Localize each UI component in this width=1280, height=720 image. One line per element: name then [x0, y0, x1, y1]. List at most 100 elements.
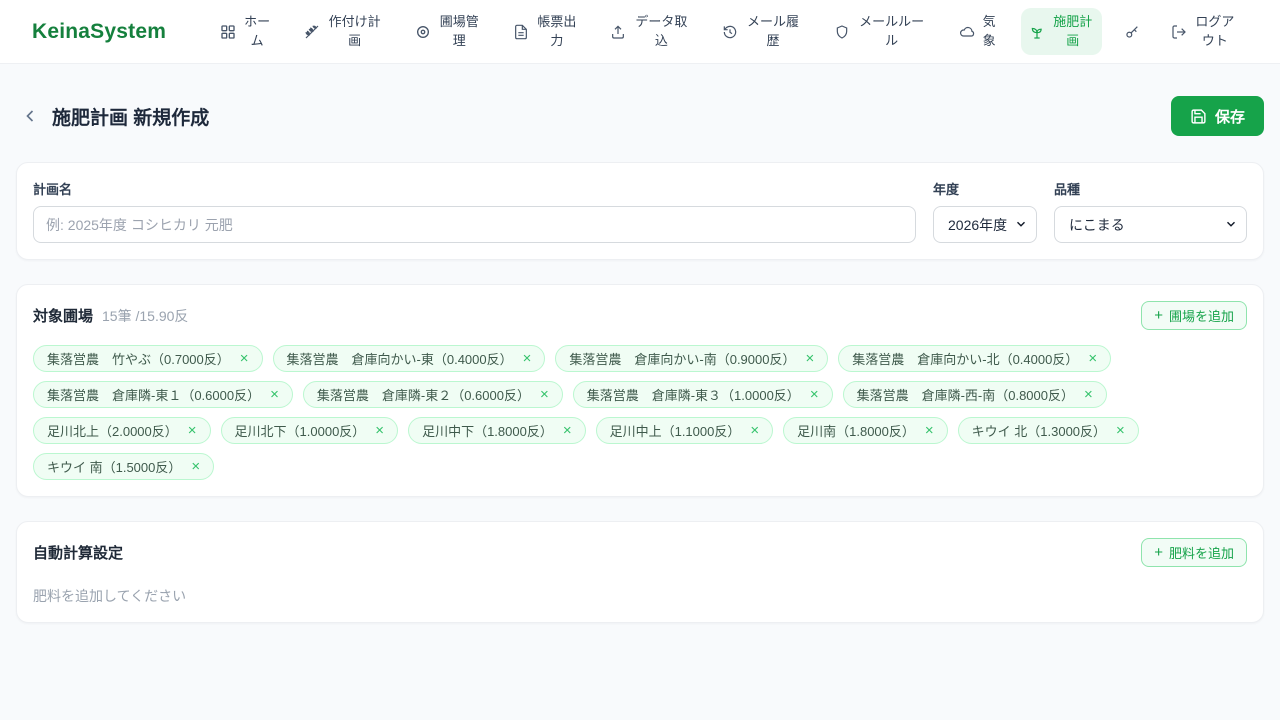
field-chip-label: キウイ 北（1.3000反） [971, 424, 1107, 439]
remove-field-icon[interactable]: × [540, 387, 549, 402]
nav-item-home[interactable]: ホーム [212, 8, 279, 56]
field-chip: 集落営農 倉庫隣-西-南（0.8000反） × [842, 381, 1107, 408]
field-chip-label: 集落営農 倉庫隣-東３（1.0000反） [586, 388, 800, 403]
field-chip: 集落営農 倉庫隣-東２（0.6000反） × [302, 381, 563, 408]
field-chip: 集落営農 倉庫向かい-北（0.4000反） × [838, 345, 1112, 372]
target-fields-title: 対象圃場 [33, 308, 94, 325]
remove-field-icon[interactable]: × [750, 423, 759, 438]
nav-item-weather[interactable]: 気象 [951, 8, 1004, 56]
wheat-icon [305, 25, 319, 38]
nav-label: メールルール [859, 13, 925, 48]
remove-field-icon[interactable]: × [563, 423, 572, 438]
field-chip: 集落営農 倉庫向かい-南（0.9000反） × [555, 345, 829, 372]
nav-label: 施肥計画 [1053, 13, 1093, 48]
page-title: 施肥計画 新規作成 [52, 107, 210, 129]
remove-field-icon[interactable]: × [1084, 387, 1093, 402]
field-chip: 足川中下（1.8000反） × [408, 417, 586, 444]
nav-item-planting-plan[interactable]: 作付け計画 [296, 8, 391, 56]
back-button[interactable] [16, 102, 44, 130]
field-chip-label: 足川南（1.8000反） [797, 424, 915, 439]
field-chip: 足川北上（2.0000反） × [33, 417, 211, 444]
remove-field-icon[interactable]: × [810, 387, 819, 402]
field-chip-label: 集落営農 倉庫隣-東１（0.6000反） [47, 388, 261, 403]
grid-icon [221, 24, 235, 39]
add-fertilizer-button[interactable]: + 肥料を追加 [1141, 538, 1247, 567]
field-chip: 集落営農 倉庫隣-東１（0.6000反） × [33, 381, 293, 408]
variety-label: 品種 [1054, 182, 1081, 197]
nav-label: ホーム [244, 13, 271, 48]
nav-item-password[interactable] [1118, 18, 1146, 46]
remove-field-icon[interactable]: × [1088, 351, 1097, 366]
upload-icon [612, 24, 625, 39]
nav-item-report-output[interactable]: 帳票出力 [505, 8, 586, 56]
remove-field-icon[interactable]: × [1116, 423, 1125, 438]
shield-icon [836, 24, 847, 39]
nav-item-mail-history[interactable]: メール履歴 [714, 8, 809, 56]
field-chip-label: 足川中上（1.1000反） [609, 424, 741, 439]
nav-label: 圃場管理 [439, 13, 479, 48]
nav-items: ホーム 作付け計画 圃場管理 帳票出力 データ取込 メール履歴 メールルール 気… [212, 7, 1248, 56]
auto-calc-card: 自動計算設定 + 肥料を追加 肥料を追加してください [16, 521, 1264, 623]
location-icon [417, 25, 430, 38]
variety-select[interactable]: にこまる [1054, 206, 1247, 243]
nav-item-mail-rules[interactable]: メールルール [826, 8, 935, 56]
field-chip-label: 足川中下（1.8000反） [422, 424, 553, 439]
key-icon [1126, 25, 1139, 38]
remove-field-icon[interactable]: × [805, 351, 814, 366]
add-fertilizer-label: 肥料を追加 [1168, 546, 1234, 561]
field-chip-list: 集落営農 竹やぶ（0.7000反） × 集落営農 倉庫向かい-東（0.4000反）… [33, 345, 1247, 480]
field-chip-label: キウイ 南（1.5000反） [47, 460, 182, 475]
plan-name-input[interactable] [33, 206, 916, 243]
remove-field-icon[interactable]: × [375, 423, 384, 438]
nav-item-data-import[interactable]: データ取込 [602, 8, 697, 56]
cloud-icon [960, 26, 975, 37]
field-chip: 足川中上（1.1000反） × [595, 417, 774, 444]
field-chip: 集落営農 倉庫隣-東３（1.0000反） × [572, 381, 833, 408]
nav-label: 気象 [982, 13, 996, 48]
logout-icon [1172, 24, 1186, 39]
sprout-icon [1031, 27, 1042, 39]
save-label: 保存 [1214, 108, 1245, 126]
nav-item-field-management[interactable]: 圃場管理 [407, 8, 488, 56]
field-chip: キウイ 北（1.3000反） × [957, 417, 1139, 444]
field-chip: 足川南（1.8000反） × [783, 417, 948, 444]
chevron-left-icon [26, 110, 34, 122]
field-chip-label: 足川北上（2.0000反） [47, 424, 178, 439]
brand-logo: KeinaSystem [32, 19, 167, 43]
plus-icon: + [1154, 544, 1163, 561]
plus-icon: + [1154, 307, 1163, 324]
remove-field-icon[interactable]: × [270, 387, 279, 402]
remove-field-icon[interactable]: × [191, 459, 200, 474]
remove-field-icon[interactable]: × [925, 423, 934, 438]
remove-field-icon[interactable]: × [523, 351, 532, 366]
year-select[interactable]: 2026年度 [933, 206, 1037, 243]
top-nav: KeinaSystem ホーム 作付け計画 圃場管理 帳票出力 データ取込 メー… [0, 0, 1280, 64]
field-chip: 集落営農 倉庫向かい-東（0.4000反） × [272, 345, 546, 372]
field-chip-label: 集落営農 倉庫向かい-北（0.4000反） [852, 352, 1079, 367]
document-icon [514, 24, 527, 39]
remove-field-icon[interactable]: × [188, 423, 197, 438]
nav-label: メール履歴 [746, 13, 799, 48]
target-fields-count: 15筆 /15.90反 [102, 307, 189, 324]
nav-label: データ取込 [635, 13, 688, 48]
nav-item-logout[interactable]: ログアウト [1163, 8, 1244, 56]
field-chip: 足川北下（1.0000反） × [220, 417, 399, 444]
save-icon [1191, 108, 1206, 124]
save-button[interactable]: 保存 [1170, 96, 1264, 136]
page-header: 施肥計画 新規作成 保存 [16, 96, 1264, 136]
field-chip-label: 集落営農 倉庫隣-西-南（0.8000反） [856, 388, 1074, 403]
field-chip: 集落営農 竹やぶ（0.7000反） × [33, 345, 263, 372]
field-chip-label: 集落営農 倉庫隣-東２（0.6000反） [316, 388, 530, 403]
field-chip: キウイ 南（1.5000反） × [33, 453, 215, 480]
field-chip-label: 集落営農 竹やぶ（0.7000反） [47, 352, 230, 367]
plan-name-label: 計画名 [33, 182, 73, 197]
nav-item-fertilization-plan[interactable]: 施肥計画 [1020, 7, 1102, 56]
field-chip-label: 足川北下（1.0000反） [234, 424, 366, 439]
add-field-label: 圃場を追加 [1168, 309, 1234, 324]
field-chip-label: 集落営農 倉庫向かい-東（0.4000反） [286, 352, 513, 367]
nav-label: ログアウト [1195, 13, 1235, 48]
year-label: 年度 [933, 182, 960, 197]
plan-form-card: 計画名 年度 2026年度 品種 にこまる [16, 162, 1264, 260]
add-field-button[interactable]: + 圃場を追加 [1141, 301, 1247, 330]
remove-field-icon[interactable]: × [240, 351, 249, 366]
